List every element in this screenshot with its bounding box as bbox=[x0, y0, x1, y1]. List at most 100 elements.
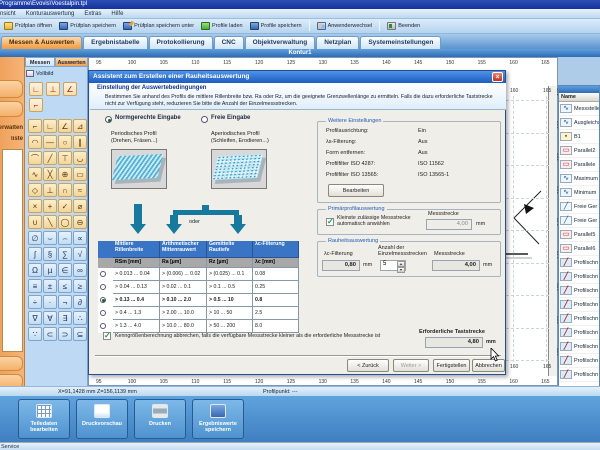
bottom-button-3[interactable]: Ergebniswerte speichern bbox=[192, 399, 244, 439]
tool-icon[interactable]: + bbox=[43, 199, 57, 213]
list-item[interactable]: ╱Profilschn bbox=[559, 270, 599, 284]
list-item[interactable]: ╱Profilschn bbox=[559, 326, 599, 340]
dialog-close-icon[interactable]: × bbox=[492, 72, 503, 82]
list-item[interactable]: ╱Profilschn bbox=[559, 340, 599, 354]
sidebar-list-box[interactable] bbox=[2, 149, 23, 352]
row-radio-button[interactable] bbox=[100, 284, 106, 290]
row-radio-button[interactable] bbox=[100, 297, 106, 303]
tool-icon[interactable]: ± bbox=[43, 279, 57, 293]
table-radio-cell[interactable] bbox=[98, 281, 113, 294]
tool-icon[interactable]: ∀ bbox=[43, 311, 57, 325]
main-tab-1[interactable]: Ergebnistabelle bbox=[83, 36, 147, 49]
menu-item-3[interactable]: Hilfe bbox=[111, 9, 123, 18]
tool-icon[interactable]: ∩ bbox=[58, 183, 72, 197]
tool-icon[interactable]: ∫ bbox=[28, 247, 42, 261]
bottom-button-0[interactable]: Teiledaten bearbeiten bbox=[18, 399, 70, 439]
primaer-messstrecke-field[interactable]: 4,00 bbox=[426, 219, 472, 230]
tool-icon[interactable]: ∇ bbox=[28, 311, 42, 325]
tool-icon[interactable]: ╱ bbox=[43, 151, 57, 165]
row-radio-button[interactable] bbox=[100, 310, 106, 316]
tool-icon[interactable]: ∑ bbox=[58, 247, 72, 261]
list-item[interactable]: ╱Profilschn bbox=[559, 256, 599, 270]
tool-icon[interactable]: ◡ bbox=[73, 151, 87, 165]
abort-checkbox[interactable]: ✓ bbox=[103, 332, 111, 340]
tool-icon[interactable]: · bbox=[43, 295, 57, 309]
tool-icon[interactable]: ◇ bbox=[28, 183, 42, 197]
table-radio-cell[interactable] bbox=[98, 294, 113, 307]
list-item[interactable]: ▭Parallel6 bbox=[559, 242, 599, 256]
tool-icon[interactable]: ⊥ bbox=[43, 183, 57, 197]
table-row[interactable]: > 0.13 ... 0.4> 0.10 ... 2.0> 0.5 ... 10… bbox=[98, 294, 299, 307]
list-item[interactable]: ∿Minimum bbox=[559, 186, 599, 200]
row-radio-button[interactable] bbox=[100, 271, 106, 277]
list-item[interactable]: ∿Maximum bbox=[559, 172, 599, 186]
toolbar-button-4[interactable]: Profile speichern bbox=[250, 22, 302, 30]
sidebar-button[interactable] bbox=[0, 356, 23, 371]
tool-icon[interactable]: ∈ bbox=[58, 263, 72, 277]
tool-icon[interactable]: § bbox=[43, 247, 57, 261]
tab-messen[interactable]: Messen bbox=[25, 57, 55, 67]
lc-filterung-field[interactable]: 0,80 bbox=[322, 260, 360, 271]
tool-icon[interactable]: ≡ bbox=[28, 279, 42, 293]
tool-icon[interactable]: ∅ bbox=[28, 231, 42, 245]
tool-icon[interactable]: ◠ bbox=[28, 135, 42, 149]
tool-icon[interactable]: ≈ bbox=[73, 183, 87, 197]
datum-tool-icon[interactable]: ⊥ bbox=[46, 82, 60, 96]
toolbar-button-5[interactable]: Anwenderwechsel bbox=[317, 22, 373, 30]
sidebar-section-verwalten[interactable]: verwalten bbox=[0, 125, 23, 131]
rauheit-messstrecke-field[interactable]: 4,00 bbox=[432, 260, 480, 271]
list-item[interactable]: ╱Freie Ger bbox=[559, 214, 599, 228]
menu-item-1[interactable]: Konturauswertung bbox=[26, 9, 75, 18]
table-radio-cell[interactable] bbox=[98, 268, 113, 281]
tool-icon[interactable]: ◯ bbox=[58, 215, 72, 229]
radio-norm-label[interactable]: Normgerechte Eingabe bbox=[115, 115, 181, 121]
list-item[interactable]: ╱Profilschn bbox=[559, 354, 599, 368]
tool-icon[interactable]: ¬ bbox=[58, 295, 72, 309]
dialog-titlebar[interactable]: Assistent zum Erstellen einer Rauheitsau… bbox=[89, 71, 505, 83]
tool-icon[interactable]: ⌐ bbox=[28, 119, 42, 133]
radio-free-label[interactable]: Freie Eingabe bbox=[211, 115, 250, 121]
radio-freie-eingabe[interactable] bbox=[201, 116, 208, 123]
main-tab-2[interactable]: Protokollierung bbox=[149, 36, 213, 49]
wizard-button-zurck[interactable]: < Zurück bbox=[347, 359, 389, 372]
list-item[interactable]: ╱Profilschn bbox=[559, 298, 599, 312]
tool-icon[interactable]: ≥ bbox=[73, 279, 87, 293]
tool-icon[interactable]: ✓ bbox=[58, 199, 72, 213]
list-item[interactable]: ╱Freie Ger bbox=[559, 200, 599, 214]
list-item[interactable]: ▭Parallel5 bbox=[559, 228, 599, 242]
tool-icon[interactable]: ∝ bbox=[73, 231, 87, 245]
tool-icon[interactable]: ╳ bbox=[43, 167, 57, 181]
tool-icon[interactable]: ÷ bbox=[28, 295, 42, 309]
tool-icon[interactable]: ∿ bbox=[28, 167, 42, 181]
sidebar-button[interactable] bbox=[0, 101, 23, 117]
toolbar-button-3[interactable]: Profile laden bbox=[201, 22, 243, 30]
tool-icon[interactable]: ○ bbox=[58, 135, 72, 149]
toolbar-button-1[interactable]: Prüfplan speichern bbox=[59, 22, 116, 30]
tool-icon[interactable]: ∵ bbox=[28, 327, 42, 341]
tool-icon[interactable]: ∞ bbox=[73, 263, 87, 277]
table-row[interactable]: > 1.3 ... 4.0> 10.0 ... 80.0> 50 ... 200… bbox=[98, 320, 299, 333]
fullscreen-button[interactable]: Vollbild bbox=[26, 68, 53, 79]
abort-checkbox-label[interactable]: Kenngrößenberechnung abbrechen, falls di… bbox=[115, 333, 405, 339]
tool-icon[interactable]: ▭ bbox=[73, 167, 87, 181]
wizard-button-fertigstellen[interactable]: Fertigstellen bbox=[433, 359, 470, 372]
main-tab-6[interactable]: Systemeinstellungen bbox=[360, 36, 441, 49]
menu-item-0[interactable]: Ansicht bbox=[0, 9, 16, 18]
list-item[interactable]: ╱Profilschn bbox=[559, 312, 599, 326]
tab-auswerten[interactable]: Auswerten bbox=[55, 57, 88, 67]
main-tab-5[interactable]: Netzplan bbox=[316, 36, 359, 49]
tool-icon[interactable]: ⌣ bbox=[43, 231, 57, 245]
spinner-down-icon[interactable]: ▼ bbox=[397, 267, 405, 273]
table-radio-cell[interactable] bbox=[98, 307, 113, 320]
bearbeiten-button[interactable]: Bearbeiten bbox=[328, 184, 384, 197]
datum-tool-icon[interactable]: ∠ bbox=[63, 82, 77, 96]
tool-icon[interactable]: ⊖ bbox=[73, 215, 87, 229]
toolbar-button-2[interactable]: Prüfplan speichern unter bbox=[123, 22, 194, 30]
tool-icon[interactable]: ╲ bbox=[43, 215, 57, 229]
radio-normgerechte-eingabe[interactable] bbox=[105, 116, 112, 123]
auto-messstrecke-checkbox[interactable]: ✓ bbox=[326, 218, 334, 226]
table-row[interactable]: > 0.04 ... 0.13> 0.02 ... 0.1> 0.1 ... 0… bbox=[98, 281, 299, 294]
tool-icon[interactable]: ∃ bbox=[58, 311, 72, 325]
anzahl-spinner[interactable]: 5 ▲▼ bbox=[380, 260, 406, 271]
datum-tool-icon[interactable]: ∟ bbox=[29, 82, 43, 96]
